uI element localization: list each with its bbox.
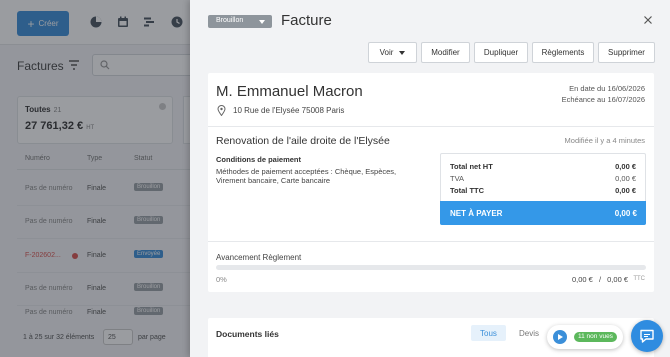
edit-button[interactable]: Modifier xyxy=(421,42,470,63)
tab-quotes[interactable]: Devis xyxy=(510,325,548,341)
tva-label: TVA xyxy=(450,174,465,183)
caret-down-icon xyxy=(399,50,406,55)
unread-badge: 11 non vues xyxy=(574,332,617,342)
view-dropdown-button[interactable]: Voir xyxy=(368,42,417,63)
client-address: 10 Rue de l'Elysée 75008 Paris xyxy=(233,106,345,115)
chat-icon xyxy=(640,329,654,343)
amount-separator: / xyxy=(598,275,602,284)
paid-amount: 0,00 € xyxy=(572,275,593,284)
duplicate-button[interactable]: Dupliquer xyxy=(474,42,528,63)
duplicate-button-label: Dupliquer xyxy=(483,48,519,57)
total-ttc-label: Total TTC xyxy=(450,186,485,195)
map-pin-icon xyxy=(217,105,226,116)
notifications-widget[interactable]: 11 non vues xyxy=(547,325,623,349)
view-button-label: Voir xyxy=(379,48,394,57)
chat-button[interactable] xyxy=(631,320,663,352)
payment-progress-title: Avancement Règlement xyxy=(216,253,302,262)
net-to-pay-bar: NET À PAYER 0,00 € xyxy=(440,201,646,225)
status-dropdown[interactable]: Brouillon xyxy=(208,15,272,28)
payment-progress-percent: 0% xyxy=(216,275,227,284)
divider xyxy=(208,126,654,127)
delete-button-label: Supprimer xyxy=(608,48,645,57)
client-name[interactable]: M. Emmanuel Macron xyxy=(216,83,363,100)
total-ttc-value: 0,00 € xyxy=(615,186,636,195)
invoice-drawer: Brouillon Facture Voir Modifier Duplique… xyxy=(190,0,670,357)
net-to-pay-label: NET À PAYER xyxy=(450,209,503,218)
divider xyxy=(208,241,654,242)
project-title: Renovation de l'aile droite de l'Elysée xyxy=(216,135,390,147)
amount-unit: TTC xyxy=(633,276,645,282)
status-dropdown-label: Brouillon xyxy=(216,17,244,24)
linked-documents-title: Documents liés xyxy=(216,329,279,339)
due-date: Echéance au 16/07/2026 xyxy=(561,95,645,104)
issue-date: En date du 16/06/2026 xyxy=(569,84,645,93)
modified-timestamp: Modifiée il y a 4 minutes xyxy=(564,136,645,145)
total-amount: 0,00 € xyxy=(607,275,628,284)
payment-progress-amounts: 0,00 € / 0,00 € xyxy=(572,275,628,284)
payment-conditions-title: Conditions de paiement xyxy=(216,155,302,164)
payments-button-label: Règlements xyxy=(541,48,585,57)
edit-button-label: Modifier xyxy=(431,48,460,57)
caret-down-icon xyxy=(259,20,265,24)
totals-box: Total net HT 0,00 € TVA 0,00 € Total TTC… xyxy=(440,153,646,225)
drawer-title: Facture xyxy=(281,12,332,29)
payments-button[interactable]: Règlements xyxy=(532,42,594,63)
invoice-card: M. Emmanuel Macron 10 Rue de l'Elysée 75… xyxy=(208,73,654,292)
tva-value: 0,00 € xyxy=(615,174,636,183)
total-ht-value: 0,00 € xyxy=(615,162,636,171)
play-icon[interactable] xyxy=(553,330,567,344)
net-to-pay-value: 0,00 € xyxy=(614,209,637,218)
delete-button[interactable]: Supprimer xyxy=(598,42,655,63)
close-icon[interactable] xyxy=(643,15,653,25)
payment-conditions-text: Méthodes de paiement acceptées : Chèque,… xyxy=(216,167,397,185)
total-ht-label: Total net HT xyxy=(450,162,493,171)
tab-all[interactable]: Tous xyxy=(471,325,506,341)
payment-progress-bar xyxy=(216,265,646,270)
